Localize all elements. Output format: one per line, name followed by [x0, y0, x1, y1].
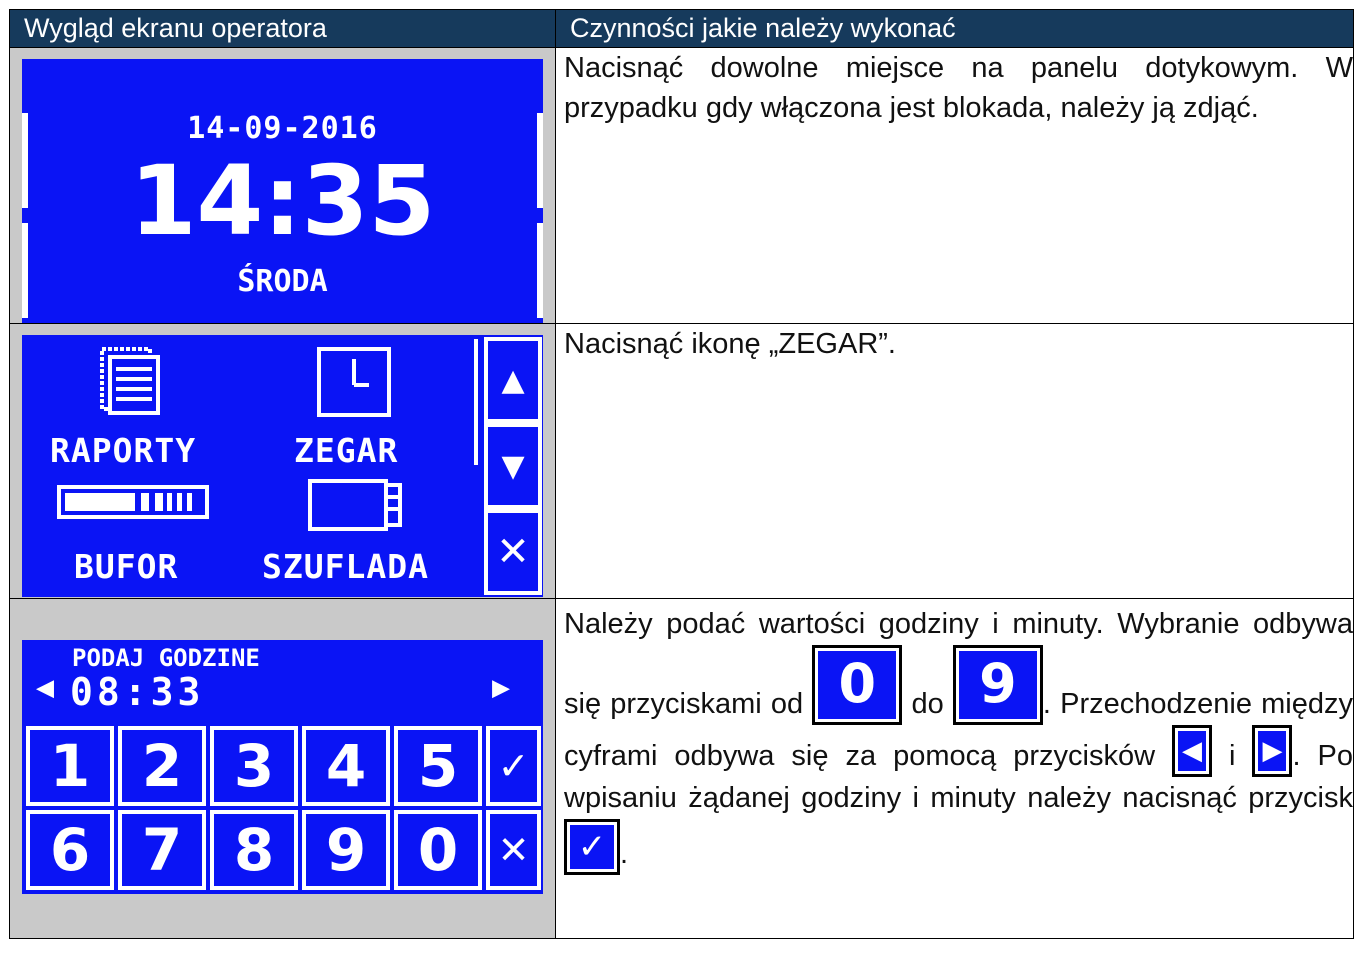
time-entry-title: PODAJ GODZINE	[72, 644, 260, 672]
row-menu: RAPORTY ZEGAR BUFOR SZUFLADA ▲ ▼ ✕ Nacis…	[9, 323, 1354, 599]
checkmark-icon: ✓	[564, 819, 620, 875]
time-entry-cell: PODAJ GODZINE ◀ 08:33 ▶ 12345 67890 ✓ ✕	[9, 598, 556, 939]
cancel-button[interactable]: ✕	[486, 810, 541, 890]
row3-instruction: Należy podać wartości godziny i minuty. …	[555, 598, 1354, 939]
menu-item-szuflada[interactable]: SZUFLADA	[262, 547, 429, 586]
row-time-entry: PODAJ GODZINE ◀ 08:33 ▶ 12345 67890 ✓ ✕ …	[9, 598, 1354, 939]
clock-time: 14:35	[129, 145, 436, 257]
key-nine-icon: 9	[952, 645, 1043, 725]
key-0-button[interactable]: 0	[394, 810, 482, 890]
row3-text-4: i	[1229, 740, 1236, 772]
clock-day: ŚRODA	[237, 264, 328, 299]
menu-item-raporty[interactable]: RAPORTY	[50, 431, 196, 470]
menu-screen: RAPORTY ZEGAR BUFOR SZUFLADA ▲ ▼ ✕	[22, 335, 543, 597]
header-row: Wygląd ekranu operatora Czynności jakie …	[9, 9, 1354, 48]
scroll-down-button[interactable]: ▼	[484, 423, 542, 509]
clock-screen-cell: 14-09-2016 14:35 ŚRODA	[9, 47, 556, 324]
key-3-button[interactable]: 3	[210, 726, 298, 806]
drawer-icon[interactable]	[306, 475, 406, 535]
key-9-button[interactable]: 9	[302, 810, 390, 890]
key-8-button[interactable]: 8	[210, 810, 298, 890]
row1-instruction: Nacisnąć dowolne miejsce na panelu dotyk…	[555, 47, 1354, 324]
right-arrow-button[interactable]: ▶	[492, 670, 510, 705]
left-arrow-button[interactable]: ◀	[36, 670, 54, 705]
clock-date: 14-09-2016	[187, 111, 378, 146]
row3-text-2: do	[911, 688, 944, 720]
key-4-button[interactable]: 4	[302, 726, 390, 806]
row-clock: 14-09-2016 14:35 ŚRODA Nacisnąć dowolne …	[9, 47, 1354, 324]
key-6-button[interactable]: 6	[26, 810, 114, 890]
row3-text-6: .	[620, 838, 629, 870]
row2-text: Nacisnąć ikonę „ZEGAR”.	[564, 328, 896, 360]
menu-screen-cell: RAPORTY ZEGAR BUFOR SZUFLADA ▲ ▼ ✕	[9, 323, 556, 599]
report-icon[interactable]	[98, 345, 170, 415]
row1-text: Nacisnąć dowolne miejsce na panelu dotyk…	[564, 52, 1353, 124]
header-col-actions: Czynności jakie należy wykonać	[555, 9, 1354, 48]
buffer-icon[interactable]	[57, 483, 217, 523]
key-7-button[interactable]: 7	[118, 810, 206, 890]
key-zero-icon: 0	[812, 645, 903, 725]
scroll-up-button[interactable]: ▲	[484, 337, 542, 423]
close-button[interactable]: ✕	[484, 509, 542, 595]
clock-screen[interactable]: 14-09-2016 14:35 ŚRODA	[22, 59, 543, 323]
key-5-button[interactable]: 5	[394, 726, 482, 806]
time-entry-value[interactable]: 08:33	[70, 670, 204, 714]
time-entry-screen: PODAJ GODZINE ◀ 08:33 ▶ 12345 67890 ✓ ✕	[22, 640, 543, 894]
row2-instruction: Nacisnąć ikonę „ZEGAR”.	[555, 323, 1354, 599]
right-arrow-icon: ▶	[1252, 725, 1293, 777]
header-col-screen: Wygląd ekranu operatora	[9, 9, 556, 48]
clock-icon[interactable]	[315, 345, 395, 421]
instruction-table: Wygląd ekranu operatora Czynności jakie …	[9, 9, 1354, 939]
menu-item-zegar[interactable]: ZEGAR	[294, 431, 398, 470]
left-arrow-icon: ◀	[1172, 725, 1213, 777]
confirm-button[interactable]: ✓	[486, 726, 541, 806]
key-1-button[interactable]: 1	[26, 726, 114, 806]
key-2-button[interactable]: 2	[118, 726, 206, 806]
menu-item-bufor[interactable]: BUFOR	[74, 547, 178, 586]
